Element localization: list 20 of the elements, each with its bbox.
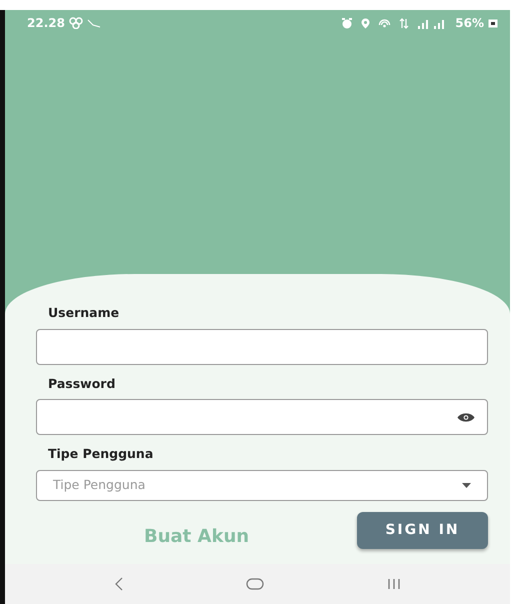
battery-icon [488,18,498,28]
status-time: 22.28 [27,15,65,32]
caret-icon [462,483,471,488]
create-account-link[interactable]: Buat Akun [144,523,250,550]
home-icon[interactable] [246,578,264,590]
user-type-dropdown[interactable]: Tipe Pengguna [36,470,488,501]
hotspot-icon [378,18,392,28]
data-icon [399,18,410,28]
field-label: Tipe Pengguna [48,445,154,464]
alarm-icon [341,18,354,28]
recents-icon[interactable] [386,578,401,590]
battery-percent: 56% [455,15,484,32]
field-label: Username [48,304,120,322]
field-label: Password [48,374,116,392]
eye-icon[interactable] [457,412,475,423]
back-icon[interactable] [114,577,124,591]
sign-in-button[interactable]: SIGN IN [357,512,488,549]
username-field[interactable] [36,328,488,364]
password-field[interactable] [36,399,488,436]
location-icon [361,18,370,28]
